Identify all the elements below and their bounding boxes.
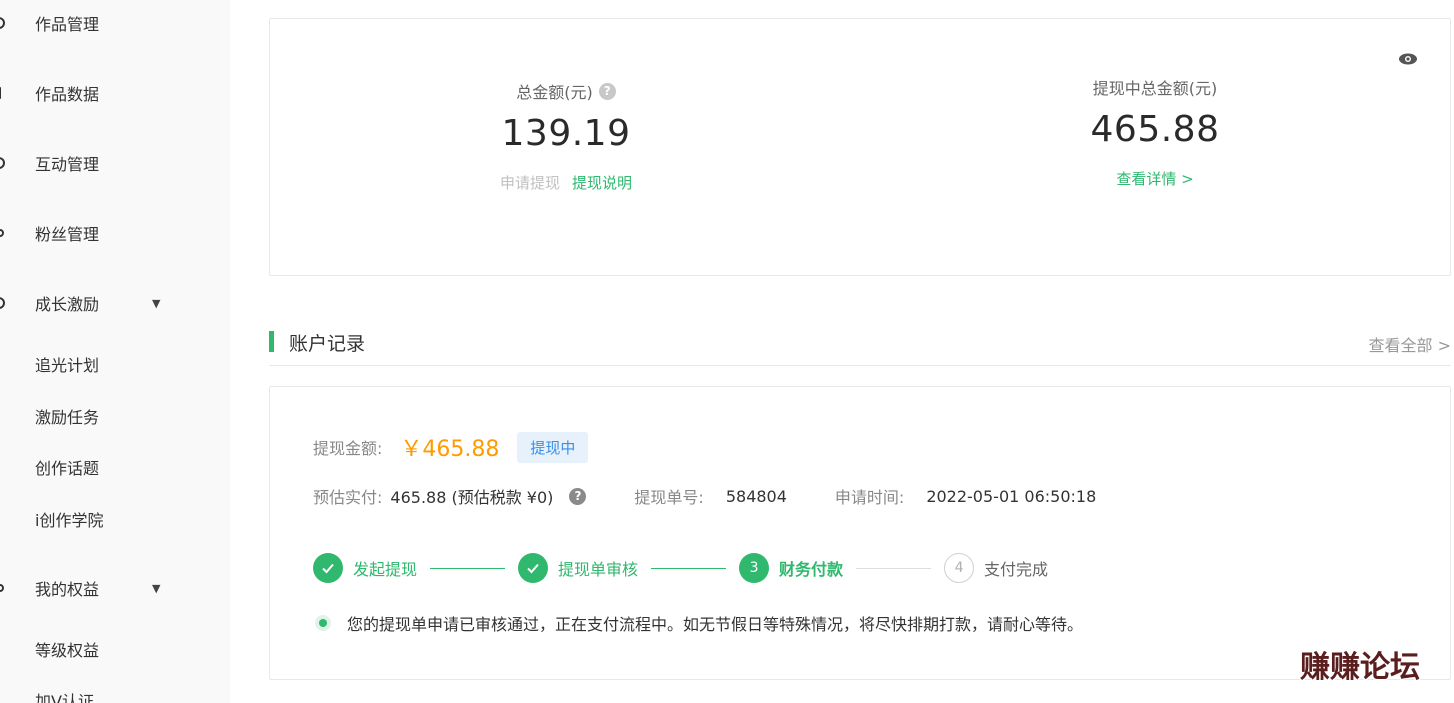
eye-icon[interactable] — [1398, 49, 1418, 69]
check-icon — [313, 553, 343, 583]
order-value: 584804 — [725, 486, 787, 506]
step-complete: 4 支付完成 — [944, 553, 1048, 583]
section-accent-bar — [269, 331, 274, 352]
pending-amount-value: 465.88 — [1090, 109, 1220, 150]
step-label: 发起提现 — [353, 560, 418, 579]
growth-icon — [0, 297, 5, 309]
section-title: 账户记录 — [289, 333, 366, 355]
view-details-link[interactable]: 查看详情 > — [1116, 168, 1193, 189]
sidebar-item-label: 成长激励 — [35, 295, 100, 314]
pending-amount-label: 提现中总金额(元) — [1092, 79, 1218, 98]
status-badge: 提现中 — [517, 431, 589, 463]
sidebar-sub-zhuiguang[interactable]: 追光计划 — [35, 352, 99, 376]
total-amount-label: 总金额(元) — [516, 83, 593, 102]
sidebar-item-works-data[interactable]: 作品数据 — [0, 73, 230, 113]
time-label: 申请时间: — [834, 488, 905, 507]
sidebar-sub-level-benefits[interactable]: 等级权益 — [35, 637, 99, 661]
estimate-value: 465.88 (预估税款 ¥0) — [390, 488, 554, 507]
sidebar-item-label: 作品数据 — [35, 85, 100, 104]
works-manage-icon — [0, 17, 5, 29]
step-number: 3 — [739, 553, 770, 583]
sidebar-item-label: 作品管理 — [35, 15, 100, 34]
step-number: 4 — [944, 553, 975, 583]
step-label: 提现单审核 — [558, 560, 639, 579]
sidebar-sub-incentive-tasks[interactable]: 激励任务 — [35, 404, 99, 428]
sidebar-item-growth[interactable]: 成长激励 ▼ — [0, 283, 230, 323]
interaction-icon — [0, 157, 5, 169]
progress-steps: 发起提现 提现单审核 3 财务付款 4 支付完成 — [313, 553, 1048, 583]
step-initiate: 发起提现 — [313, 553, 417, 583]
step-label: 支付完成 — [984, 560, 1049, 579]
help-icon[interactable]: ? — [598, 82, 616, 100]
fans-icon — [0, 229, 4, 237]
status-note: 您的提现单申请已审核通过，正在支付流程中。如无节假日等特殊情况，将尽快排期打款，… — [315, 611, 1083, 635]
total-amount-block: 总金额(元) ? 139.19 申请提现 提现说明 — [450, 79, 682, 193]
caret-down-icon: ▼ — [152, 296, 161, 310]
sidebar-sub-verify[interactable]: 加V认证 — [35, 688, 94, 703]
step-review: 提现单审核 — [518, 553, 638, 583]
withdraw-explain-link[interactable]: 提现说明 — [572, 172, 632, 193]
sidebar-sub-topics[interactable]: 创作话题 — [35, 455, 99, 479]
sidebar-item-label: 粉丝管理 — [35, 225, 100, 244]
sidebar-sub-academy[interactable]: i创作学院 — [35, 507, 103, 531]
benefits-icon — [0, 584, 4, 592]
time-value: 2022-05-01 06:50:18 — [926, 486, 1097, 506]
estimate-label: 预估实付: — [313, 488, 383, 507]
account-records-header: 账户记录 查看全部 > — [269, 322, 1451, 366]
sidebar-item-works-manage[interactable]: 作品管理 — [0, 3, 230, 43]
step-label: 财务付款 — [779, 560, 844, 579]
balance-summary-card: 总金额(元) ? 139.19 申请提现 提现说明 提现中总金额(元) 465.… — [269, 18, 1451, 276]
help-icon[interactable]: ? — [569, 487, 587, 505]
withdraw-record-card: 提现金额: ￥465.88 提现中 预估实付: 465.88 (预估税款 ¥0)… — [269, 386, 1451, 680]
order-label: 提现单号: — [634, 488, 704, 507]
sidebar-item-fans[interactable]: 粉丝管理 — [0, 213, 230, 253]
step-connector — [430, 567, 506, 569]
apply-withdraw-link[interactable]: 申请提现 — [500, 172, 560, 193]
amount-value: ￥465.88 — [400, 437, 500, 462]
step-payment: 3 财务付款 — [739, 553, 843, 583]
pending-amount-block: 提现中总金额(元) 465.88 查看详情 > — [1040, 75, 1270, 189]
watermark: 赚赚论坛 — [1300, 650, 1420, 685]
sidebar-item-label: 互动管理 — [35, 155, 100, 174]
step-connector — [856, 567, 932, 569]
total-amount-value: 139.19 — [501, 113, 631, 154]
status-note-text: 您的提现单申请已审核通过，正在支付流程中。如无节假日等特殊情况，将尽快排期打款，… — [347, 615, 1084, 634]
step-connector — [651, 567, 727, 569]
caret-down-icon: ▼ — [152, 581, 161, 595]
amount-label: 提现金额: — [313, 439, 383, 458]
check-icon — [518, 553, 549, 583]
sidebar-item-label: 我的权益 — [35, 580, 100, 599]
sidebar: 作品管理 作品数据 互动管理 粉丝管理 成长激励 ▼ 追光计划 激励任务 创作话… — [0, 0, 230, 703]
status-dot-icon — [315, 615, 331, 631]
sidebar-item-benefits[interactable]: 我的权益 ▼ — [0, 568, 230, 608]
view-all-link[interactable]: 查看全部 > — [1369, 332, 1452, 356]
works-data-icon — [0, 87, 1, 99]
sidebar-item-interaction[interactable]: 互动管理 — [0, 143, 230, 183]
